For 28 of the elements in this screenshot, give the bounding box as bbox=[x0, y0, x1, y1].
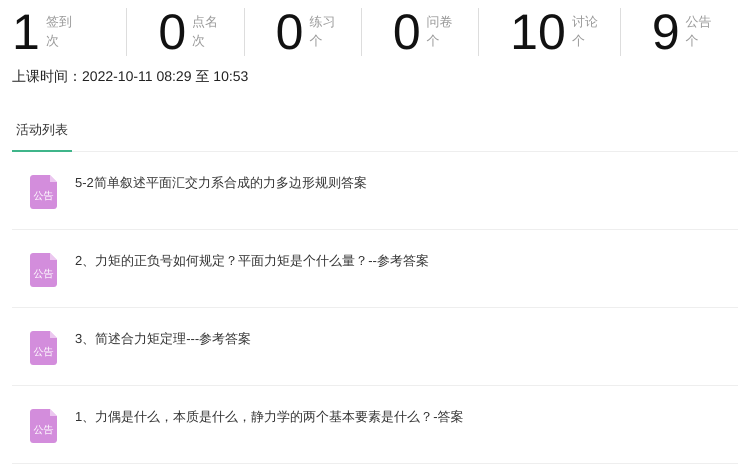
stat-unit: 次 bbox=[46, 32, 60, 50]
stat-value: 0 bbox=[276, 8, 304, 56]
stat-unit: 次 bbox=[192, 32, 206, 50]
stat-label: 问卷 bbox=[426, 13, 453, 31]
stat-value: 0 bbox=[392, 8, 421, 56]
activity-title[interactable]: 3、简述合力矩定理---参考答案 bbox=[75, 330, 252, 348]
stat-label: 签到 bbox=[46, 13, 72, 31]
notice-badge: 公告 bbox=[30, 174, 57, 208]
stat-value: 9 bbox=[652, 8, 680, 56]
stat-label: 练习 bbox=[309, 13, 336, 31]
stat-unit: 个 bbox=[572, 32, 586, 50]
notice-badge: 公告 bbox=[30, 252, 57, 286]
stat-value: 1 bbox=[12, 8, 40, 56]
activity-title[interactable]: 5-2简单叙述平面汇交力系合成的力多边形规则答案 bbox=[75, 174, 367, 192]
stat-value: 0 bbox=[158, 8, 186, 56]
notice-badge: 公告 bbox=[30, 330, 57, 364]
stat-label: 公告 bbox=[686, 13, 712, 31]
stat-unit: 个 bbox=[309, 32, 324, 50]
notice-badge: 公告 bbox=[30, 408, 57, 442]
stat-unit: 个 bbox=[426, 32, 441, 50]
stat-label: 讨论 bbox=[572, 13, 598, 31]
class-time: 上课时间：2022-10-11 08:29 至 10:53 bbox=[12, 67, 250, 86]
stat-value: 10 bbox=[510, 8, 566, 56]
stat-label: 点名 bbox=[192, 13, 218, 31]
activity-title[interactable]: 1、力偶是什么，本质是什么，静力学的两个基本要素是什么？-答案 bbox=[75, 408, 464, 426]
tab[interactable]: 活动列表 bbox=[12, 120, 72, 152]
activity-title[interactable]: 2、力矩的正负号如何规定？平面力矩是个什么量？--参考答案 bbox=[75, 252, 429, 270]
stat-unit: 个 bbox=[686, 32, 700, 50]
